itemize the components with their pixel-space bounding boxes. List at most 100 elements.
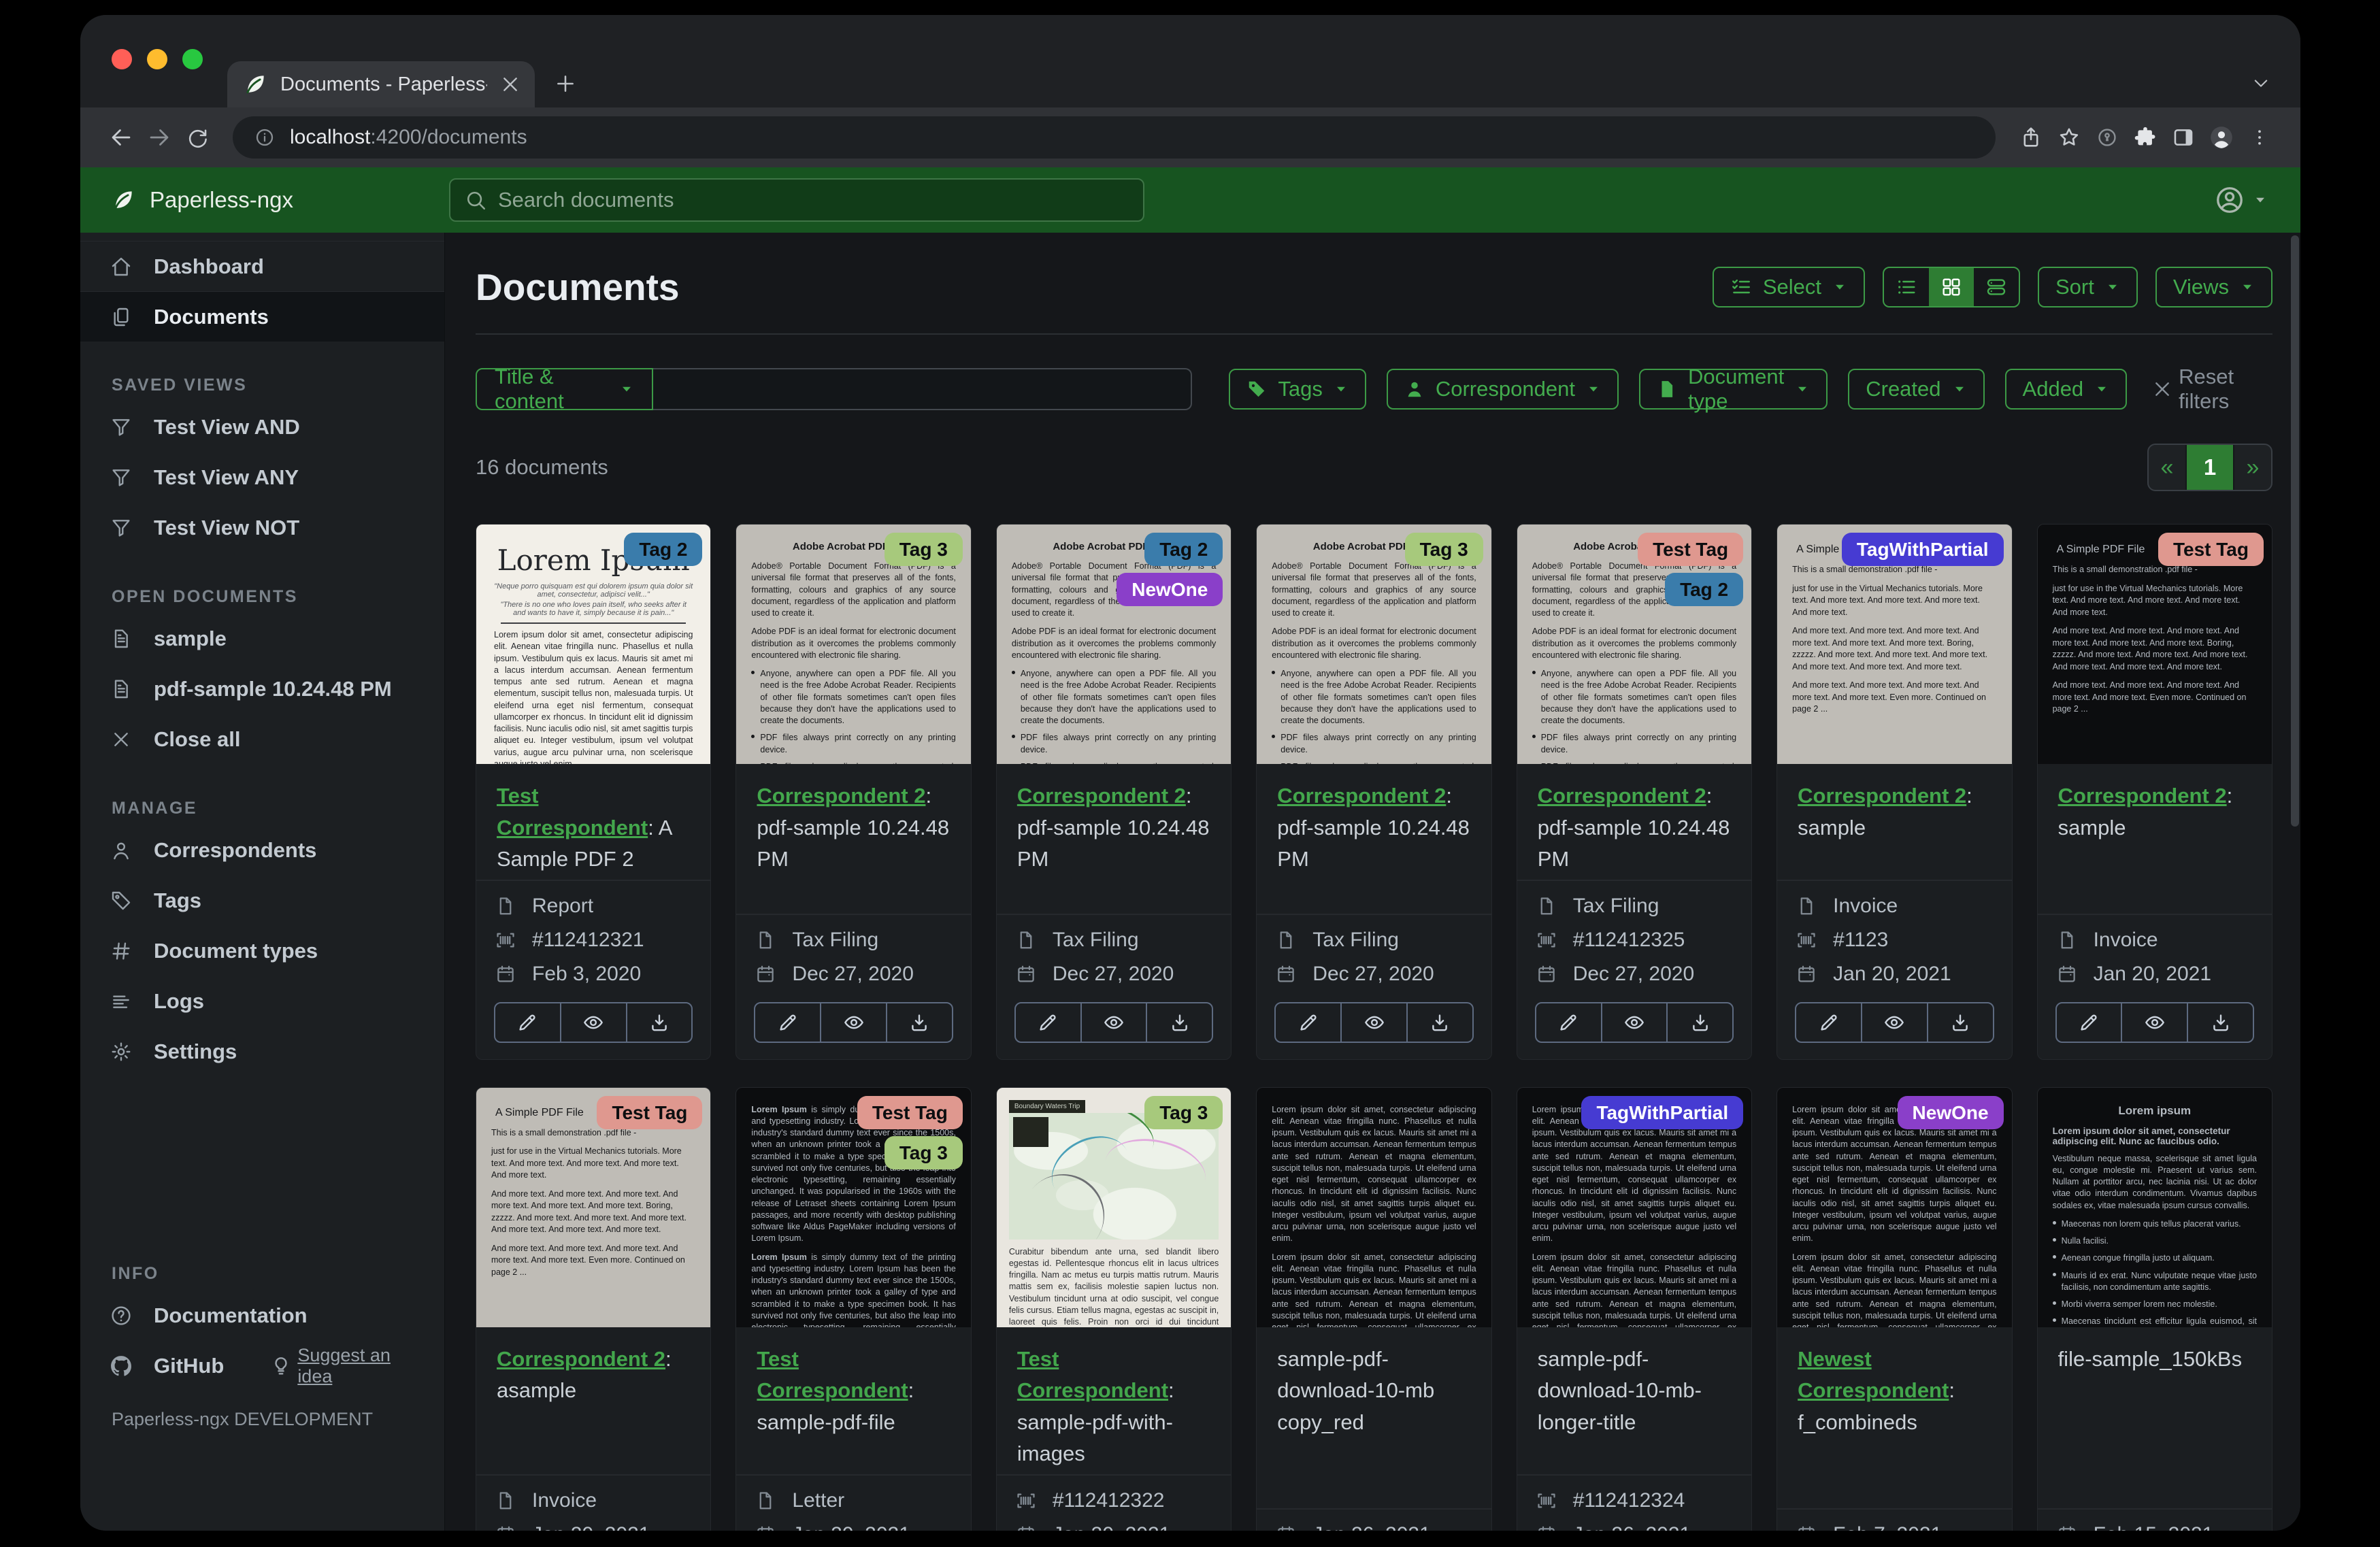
sidebar-item-sample[interactable]: sample [80, 614, 444, 664]
correspondent-link[interactable]: Newest Correspondent [1798, 1347, 1949, 1403]
sidebar-item-documentation[interactable]: Documentation [80, 1291, 444, 1341]
view-button[interactable] [1601, 1003, 1667, 1042]
sidebar-item-test-view-not[interactable]: Test View NOT [80, 503, 444, 553]
sidebar-item-test-view-and[interactable]: Test View AND [80, 402, 444, 452]
edit-button[interactable] [1016, 1003, 1080, 1042]
tag-pill[interactable]: TagWithPartial [1842, 533, 2004, 566]
bookmark-star-button[interactable] [2050, 118, 2088, 156]
sidebar-item-pdf-sample-10.24.48-pm[interactable]: pdf-sample 10.24.48 PM [80, 664, 444, 714]
browser-profile-avatar[interactable] [2202, 118, 2241, 156]
sidebar-item-tags[interactable]: Tags [80, 876, 444, 926]
views-button[interactable]: Views [2155, 267, 2272, 307]
correspondent-link[interactable]: Correspondent 2 [1017, 784, 1186, 808]
document-thumbnail[interactable]: Adobe Acrobat PDF FilesAdobe® Portable D… [1257, 525, 1491, 764]
sidebar-link-suggest-an-idea[interactable]: Suggest an idea [270, 1345, 414, 1387]
window-zoom-button[interactable] [182, 49, 203, 69]
edit-button[interactable] [1536, 1003, 1601, 1042]
download-button[interactable] [886, 1003, 952, 1042]
document-thumbnail[interactable]: Lorem Ipsum"Neque porro quisquam est qui… [476, 525, 710, 764]
sidebar-item-logs[interactable]: Logs [80, 976, 444, 1027]
filter-created-button[interactable]: Created [1848, 369, 1984, 410]
download-button[interactable] [1146, 1003, 1212, 1042]
tag-pill[interactable]: NewOne [1898, 1096, 2004, 1129]
edit-button[interactable] [495, 1003, 560, 1042]
back-button[interactable] [102, 118, 140, 156]
select-button[interactable]: Select [1713, 267, 1865, 307]
document-thumbnail[interactable]: Lorem ipsum dolor sit amet, consectetur … [1517, 1088, 1751, 1327]
tag-pill[interactable]: Test Tag [1638, 533, 1743, 566]
page-current[interactable]: 1 [2185, 445, 2234, 490]
tag-pill[interactable]: Test Tag [597, 1096, 702, 1129]
correspondent-link[interactable]: Correspondent 2 [757, 784, 925, 808]
tag-pill[interactable]: NewOne [1117, 573, 1223, 606]
document-thumbnail[interactable]: Adobe Acrobat PDF FilesAdobe® Portable D… [1517, 525, 1751, 764]
view-cards-button[interactable] [1974, 268, 2019, 306]
view-button[interactable] [1861, 1003, 1927, 1042]
sidebar-item-correspondents[interactable]: Correspondents [80, 825, 444, 876]
sidebar-item-settings[interactable]: Settings [80, 1027, 444, 1077]
filter-added-button[interactable]: Added [2005, 369, 2128, 410]
filter-field-dropdown[interactable]: Title & content [476, 368, 653, 410]
document-thumbnail[interactable]: Adobe Acrobat PDF FilesAdobe® Portable D… [736, 525, 970, 764]
document-thumbnail[interactable]: A Simple PDF FileThis is a small demonst… [476, 1088, 710, 1327]
tag-pill[interactable]: Tag 3 [885, 533, 963, 566]
tag-pill[interactable]: Tag 2 [1144, 533, 1223, 566]
window-close-button[interactable] [112, 49, 132, 69]
download-button[interactable] [2187, 1003, 2253, 1042]
correspondent-link[interactable]: Correspondent 2 [497, 1347, 665, 1371]
tag-pill[interactable]: Tag 3 [885, 1136, 963, 1169]
share-button[interactable] [2012, 118, 2050, 156]
edit-button[interactable] [1276, 1003, 1340, 1042]
correspondent-link[interactable]: Correspondent 2 [2058, 784, 2227, 808]
user-menu[interactable] [2215, 185, 2268, 215]
document-thumbnail[interactable]: Lorem ipsumLorem ipsum dolor sit amet, c… [2038, 1088, 2272, 1327]
view-list-button[interactable] [1884, 268, 1929, 306]
tag-pill[interactable]: Tag 3 [1144, 1096, 1223, 1129]
edit-button[interactable] [2057, 1003, 2121, 1042]
tag-pill[interactable]: Tag 3 [1405, 533, 1483, 566]
view-button[interactable] [1340, 1003, 1406, 1042]
correspondent-link[interactable]: Correspondent 2 [1538, 784, 1706, 808]
reset-filters-button[interactable]: Reset filters [2151, 365, 2272, 414]
download-button[interactable] [1666, 1003, 1732, 1042]
tab-close-icon[interactable] [499, 73, 520, 95]
sidebar-item-github[interactable]: GitHubSuggest an idea [80, 1341, 444, 1391]
correspondent-link[interactable]: Correspondent 2 [1798, 784, 1966, 808]
sidebar-item-documents[interactable]: Documents [80, 291, 444, 342]
address-bar[interactable]: localhost:4200/documents [233, 116, 1996, 159]
sidebar-item-dashboard[interactable]: Dashboard [80, 241, 444, 291]
view-button[interactable] [1080, 1003, 1146, 1042]
tag-pill[interactable]: Tag 2 [624, 533, 702, 566]
global-search[interactable] [449, 178, 1144, 222]
document-thumbnail[interactable]: Lorem ipsum dolor sit amet, consectetur … [1777, 1088, 2011, 1327]
edit-button[interactable] [1796, 1003, 1861, 1042]
document-thumbnail[interactable]: A Simple PDF FileThis is a small demonst… [2038, 525, 2272, 764]
new-tab-button[interactable] [554, 72, 580, 95]
extensions-puzzle-icon[interactable] [2126, 118, 2164, 156]
global-search-input[interactable] [498, 188, 1129, 212]
filter-document-type-button[interactable]: Document type [1639, 369, 1828, 410]
correspondent-link[interactable]: Test Correspondent [757, 1347, 908, 1403]
password-extension-icon[interactable] [2088, 118, 2126, 156]
browser-menu-kebab-icon[interactable] [2241, 118, 2279, 156]
correspondent-link[interactable]: Correspondent 2 [1277, 784, 1446, 808]
sidebar-item-document-types[interactable]: Document types [80, 926, 444, 976]
window-minimize-button[interactable] [147, 49, 167, 69]
browser-tab[interactable]: Documents - Paperless-ngx [227, 61, 535, 107]
reload-button[interactable] [178, 118, 216, 156]
scrollbar[interactable] [2291, 235, 2299, 1520]
download-button[interactable] [626, 1003, 692, 1042]
tag-pill[interactable]: Tag 2 [1665, 573, 1743, 606]
view-button[interactable] [820, 1003, 886, 1042]
page-next-button[interactable]: » [2234, 445, 2271, 490]
sort-button[interactable]: Sort [2038, 267, 2138, 307]
forward-button[interactable] [140, 118, 178, 156]
document-thumbnail[interactable]: Lorem Ipsum is simply dummy text of the … [736, 1088, 970, 1327]
page-prev-button[interactable]: « [2149, 445, 2185, 490]
correspondent-link[interactable]: Test Correspondent [1017, 1347, 1168, 1403]
tab-search-chevron-icon[interactable] [2251, 73, 2272, 93]
document-thumbnail[interactable]: Lorem ipsum dolor sit amet, consectetur … [1257, 1088, 1491, 1327]
filter-tags-button[interactable]: Tags [1229, 369, 1366, 410]
sidebar-item-close-all[interactable]: Close all [80, 714, 444, 765]
document-thumbnail[interactable]: A Simple PDF FileThis is a small demonst… [1777, 525, 2011, 764]
